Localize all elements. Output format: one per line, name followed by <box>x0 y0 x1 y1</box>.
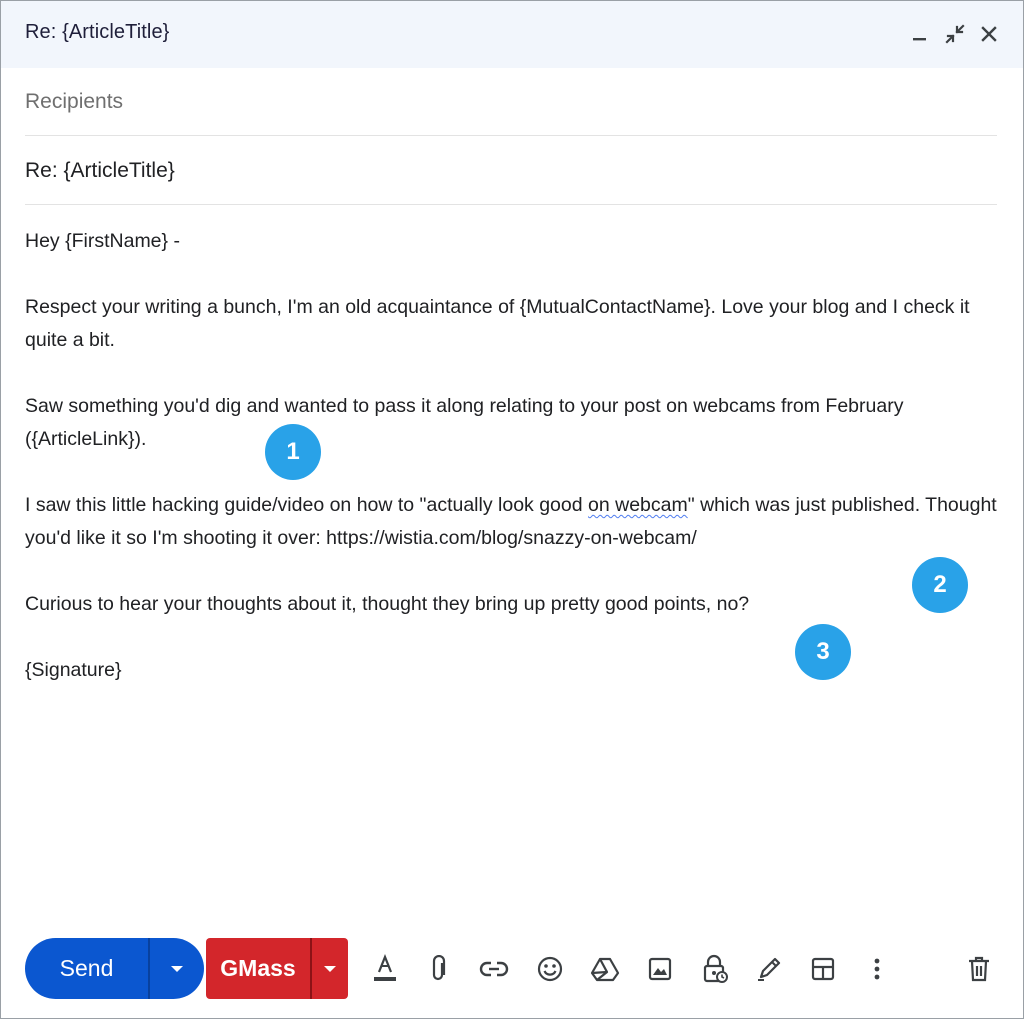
compose-window: Re: {ArticleTitle} Recipients Re: {Artic… <box>0 0 1024 1019</box>
gmass-options-button[interactable] <box>312 938 348 999</box>
text-format-icon <box>374 954 396 981</box>
recipients-field[interactable]: Recipients <box>25 68 997 136</box>
greeting-line: Hey {FirstName} - <box>25 230 180 252</box>
insert-link-button[interactable] <box>474 949 514 989</box>
send-button-group: Send <box>25 938 204 999</box>
signature-placeholder: {Signature} <box>25 659 122 681</box>
confidential-mode-button[interactable] <box>695 949 735 989</box>
photo-icon <box>648 957 672 981</box>
compose-header: Re: {ArticleTitle} <box>1 1 1023 68</box>
message-body[interactable]: Hey {FirstName} - Respect your writing a… <box>25 225 1000 687</box>
insert-signature-button[interactable] <box>749 949 789 989</box>
body-paragraph-3: I saw this little hacking guide/video on… <box>25 489 1000 555</box>
subject-field[interactable]: Re: {ArticleTitle} <box>25 136 997 205</box>
compose-title: Re: {ArticleTitle} <box>25 21 170 43</box>
more-options-icon <box>874 958 880 980</box>
gmass-button-group: GMass <box>206 938 348 999</box>
delete-icon <box>969 956 989 982</box>
close-button[interactable] <box>974 19 1004 49</box>
dropdown-arrow-icon <box>171 965 183 972</box>
more-options-button[interactable] <box>857 949 897 989</box>
insert-photo-button[interactable] <box>640 949 680 989</box>
send-button[interactable]: Send <box>25 938 148 999</box>
minimize-icon <box>913 38 926 41</box>
recipients-placeholder: Recipients <box>25 90 124 113</box>
layout-icon <box>811 957 835 981</box>
minimize-button[interactable] <box>905 19 935 49</box>
body-paragraph-1: Respect your writing a bunch, I'm an old… <box>25 296 970 351</box>
insert-emoji-button[interactable] <box>530 949 570 989</box>
exit-fullscreen-icon <box>945 24 965 44</box>
drive-icon <box>590 957 620 982</box>
emoji-icon <box>537 956 563 982</box>
signature-icon <box>758 957 781 981</box>
spellcheck-flagged-text[interactable]: on webcam <box>588 494 688 516</box>
close-icon <box>981 26 997 42</box>
attach-files-button[interactable] <box>419 949 459 989</box>
formatting-options-button[interactable] <box>365 949 405 989</box>
subject-text: Re: {ArticleTitle} <box>25 159 175 182</box>
layouts-button[interactable] <box>803 949 843 989</box>
body-paragraph-2: Saw something you'd dig and wanted to pa… <box>25 395 904 450</box>
dropdown-arrow-icon <box>324 965 336 972</box>
attach-icon <box>432 955 446 981</box>
callout-marker-2: 2 <box>912 557 968 613</box>
paragraph-3-start: I saw this little hacking guide/video on… <box>25 494 589 516</box>
gmass-button[interactable]: GMass <box>206 938 310 999</box>
confidential-mode-icon <box>703 954 728 983</box>
callout-marker-3: 3 <box>795 624 851 680</box>
body-paragraph-4: Curious to hear your thoughts about it, … <box>25 593 750 615</box>
insert-from-drive-button[interactable] <box>585 949 625 989</box>
callout-marker-1: 1 <box>265 424 321 480</box>
discard-draft-button[interactable] <box>959 949 999 989</box>
send-options-button[interactable] <box>150 938 204 999</box>
link-icon <box>479 961 509 977</box>
exit-fullscreen-button[interactable] <box>940 19 970 49</box>
